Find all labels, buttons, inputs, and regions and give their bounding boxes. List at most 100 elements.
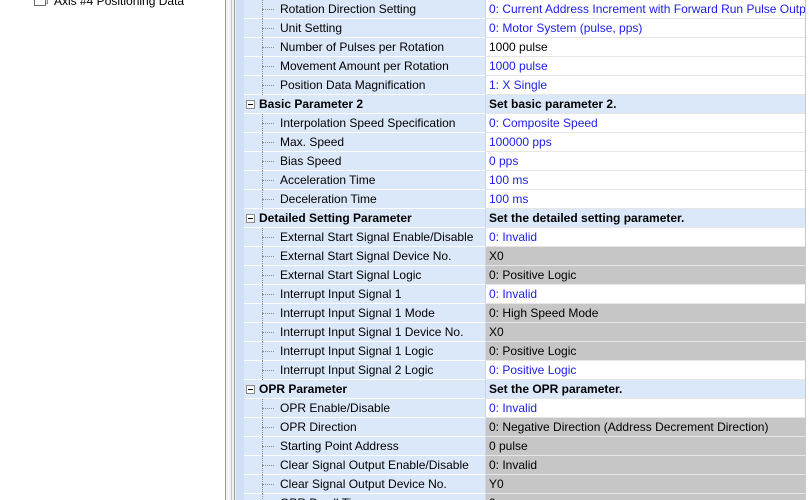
group-title: OPR Parameter	[259, 382, 348, 396]
row-end-strip	[805, 456, 809, 475]
parameter-value[interactable]: 0: Invalid	[485, 228, 805, 247]
row-gutter	[236, 209, 244, 228]
parameter-name-cell: Deceleration Time	[244, 190, 485, 209]
row-gutter	[236, 437, 244, 456]
parameter-row[interactable]: Unit Setting 0: Motor System (pulse, pps)	[236, 19, 809, 38]
parameter-name: Interrupt Input Signal 1 Mode	[280, 306, 435, 320]
parameter-name-cell: Basic Parameter 2	[244, 95, 485, 114]
parameter-name-cell: OPR Dwell Time	[244, 494, 485, 500]
panel-splitter[interactable]	[226, 0, 235, 500]
row-gutter	[236, 95, 244, 114]
parameter-name-cell: Max. Speed	[244, 133, 485, 152]
parameter-name-cell: Interrupt Input Signal 1 Mode	[244, 304, 485, 323]
parameter-row[interactable]: Deceleration Time 100 ms	[236, 190, 809, 209]
tree-connector	[258, 57, 276, 76]
parameter-value: 0: High Speed Mode	[485, 304, 805, 323]
parameter-row[interactable]: Rotation Direction Setting 0: Current Add…	[236, 0, 809, 19]
parameter-name: External Start Signal Logic	[280, 268, 422, 282]
row-end-strip	[805, 323, 809, 342]
parameter-row[interactable]: Interpolation Speed Specification Method…	[236, 114, 809, 149]
parameter-value[interactable]: 1000 pulse	[485, 38, 805, 57]
tree-connector	[258, 342, 276, 361]
parameter-name: Unit Setting	[280, 21, 343, 35]
parameter-row[interactable]: Max. Speed 100000 pps	[236, 133, 809, 152]
parameter-row[interactable]: Position Data Magnification 1: X Single	[236, 76, 809, 95]
row-gutter	[236, 399, 244, 418]
parameter-value: Y0	[485, 475, 805, 494]
parameter-value[interactable]: 0: Invalid	[485, 399, 805, 418]
parameter-name-cell: Movement Amount per Rotation	[244, 57, 485, 76]
parameter-row[interactable]: Interrupt Input Signal 1 Logic 0: Positiv…	[236, 342, 809, 361]
tree-connector	[258, 456, 276, 475]
row-end-strip	[805, 247, 809, 266]
parameter-name: External Start Signal Device No.	[280, 249, 452, 263]
parameter-value[interactable]: 100000 pps	[485, 133, 805, 152]
parameter-row[interactable]: Number of Pulses per Rotation 1000 pulse	[236, 38, 809, 57]
collapse-icon[interactable]	[246, 385, 255, 394]
row-end-strip	[805, 475, 809, 494]
parameter-row[interactable]: Clear Signal Output Enable/Disable 0: Inv…	[236, 456, 809, 475]
parameter-row[interactable]: OPR Dwell Time 0	[236, 494, 809, 500]
parameter-value: 0	[485, 494, 805, 500]
parameter-row[interactable]: Starting Point Address 0 pulse	[236, 437, 809, 456]
tree-connector	[258, 361, 276, 380]
parameter-value[interactable]: 0: Current Address Increment with Forwar…	[485, 0, 805, 19]
parameter-value[interactable]: 0: Invalid	[485, 285, 805, 304]
tree-connector	[258, 76, 276, 95]
parameter-row[interactable]: External Start Signal Logic 0: Positive L…	[236, 266, 809, 285]
parameter-value[interactable]: 0: Motor System (pulse, pps)	[485, 19, 805, 38]
group-row[interactable]: OPR Parameter Set the OPR parameter.	[236, 380, 809, 399]
parameter-name-cell: External Start Signal Device No.	[244, 247, 485, 266]
parameter-value: 0: Negative Direction (Address Decrement…	[485, 418, 805, 437]
parameter-row[interactable]: Interrupt Input Signal 1 Device No. X0	[236, 323, 809, 342]
parameter-row[interactable]: External Start Signal Device No. X0	[236, 247, 809, 266]
row-end-strip	[805, 133, 809, 152]
tree-connector	[258, 418, 276, 437]
tree-item-positioning-data[interactable]: Axis #4 Positioning Data	[34, 0, 184, 9]
row-gutter	[236, 342, 244, 361]
parameter-value[interactable]: 100 ms	[485, 171, 805, 190]
parameter-name: Bias Speed	[280, 154, 342, 168]
collapse-icon[interactable]	[246, 214, 255, 223]
parameter-name-cell: Starting Point Address	[244, 437, 485, 456]
parameter-row[interactable]: Bias Speed 0 pps	[236, 152, 809, 171]
parameter-row[interactable]: Interrupt Input Signal 2 Logic 0: Positiv…	[236, 361, 809, 380]
parameter-row[interactable]: OPR Direction 0: Negative Direction (Addr…	[236, 418, 809, 437]
collapse-icon[interactable]	[246, 100, 255, 109]
tree-connector	[258, 38, 276, 57]
parameter-row[interactable]: Interrupt Input Signal 1 Mode 0: High Spe…	[236, 304, 809, 323]
row-end-strip	[805, 380, 809, 399]
row-end-strip	[805, 209, 809, 228]
parameter-name: Clear Signal Output Enable/Disable	[280, 458, 469, 472]
group-row[interactable]: Basic Parameter 2 Set basic parameter 2.	[236, 95, 809, 114]
parameter-row[interactable]: Movement Amount per Rotation 1000 pulse	[236, 57, 809, 76]
row-gutter	[236, 114, 244, 133]
row-end-strip	[805, 304, 809, 323]
group-description: Set the OPR parameter.	[485, 380, 805, 399]
row-end-strip	[805, 494, 809, 500]
parameter-value[interactable]: 0: Positive Logic	[485, 361, 805, 380]
row-end-strip	[805, 228, 809, 247]
row-end-strip	[805, 0, 809, 19]
parameter-value[interactable]: 1: X Single	[485, 76, 805, 95]
parameter-value[interactable]: 0: Composite Speed	[485, 114, 805, 133]
parameter-row[interactable]: OPR Enable/Disable 0: Invalid	[236, 399, 809, 418]
parameter-value[interactable]: 100 ms	[485, 190, 805, 209]
parameter-name: Max. Speed	[280, 135, 345, 149]
parameter-name: Rotation Direction Setting	[280, 2, 417, 16]
parameter-row[interactable]: External Start Signal Enable/Disable 0: I…	[236, 228, 809, 247]
parameter-row[interactable]: Acceleration Time 100 ms	[236, 171, 809, 190]
row-gutter	[236, 323, 244, 342]
group-row[interactable]: Detailed Setting Parameter Set the detail…	[236, 209, 809, 228]
parameter-value[interactable]: 1000 pulse	[485, 57, 805, 76]
parameter-name-cell: Acceleration Time	[244, 171, 485, 190]
row-gutter	[236, 76, 244, 95]
row-gutter	[236, 152, 244, 171]
row-end-strip	[805, 114, 809, 133]
row-end-strip	[805, 152, 809, 171]
parameter-value[interactable]: 0 pps	[485, 152, 805, 171]
parameter-row[interactable]: Clear Signal Output Device No. Y0	[236, 475, 809, 494]
parameter-name-cell: Number of Pulses per Rotation	[244, 38, 485, 57]
splitter-grip[interactable]	[228, 0, 232, 500]
parameter-row[interactable]: Interrupt Input Signal 1 Enable/Disable 0…	[236, 285, 809, 320]
